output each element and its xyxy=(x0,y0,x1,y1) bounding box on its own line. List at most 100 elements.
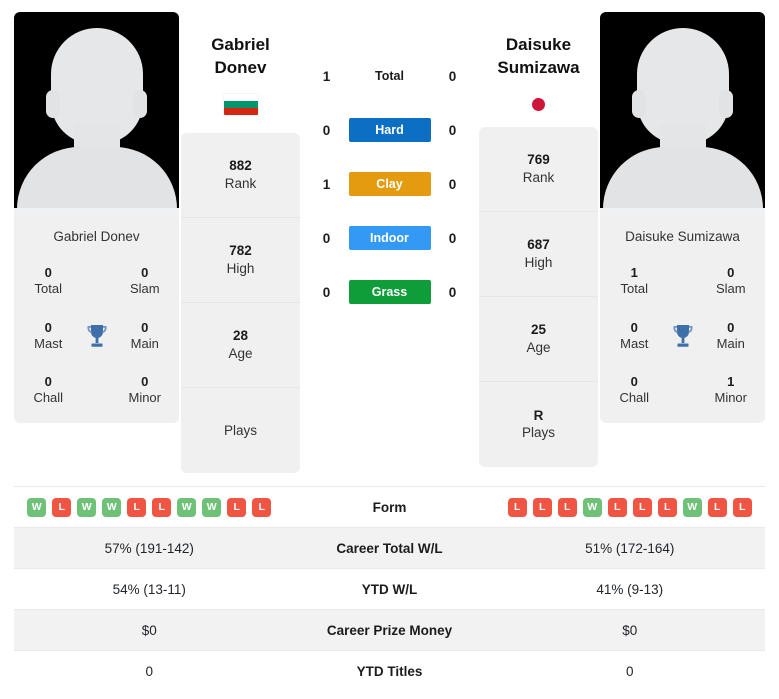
h2h-badge-hard[interactable]: Hard xyxy=(348,118,431,142)
right-player-name: Daisuke Sumizawa xyxy=(497,34,579,80)
title-chall: 0 Chall xyxy=(20,374,77,407)
title-value: 0 xyxy=(727,265,735,281)
left-value: 54% (13-11) xyxy=(112,581,186,597)
title-value: 0 xyxy=(44,374,52,390)
right-form-badges: LLLWLLLWLL xyxy=(501,497,760,517)
form-badge-loss: L xyxy=(632,497,652,517)
h2h-badge-grass[interactable]: Grass xyxy=(348,280,431,304)
japan-flag-icon xyxy=(521,93,556,115)
right-player-firstname: Daisuke xyxy=(505,35,572,54)
title-label: Minor xyxy=(714,390,747,406)
left-player-firstname: Gabriel xyxy=(211,35,270,54)
right-form-cell: LLLWLLLWLL xyxy=(495,497,766,517)
form-badge-win: W xyxy=(27,497,47,517)
h2h-row-total: 1 Total 0 xyxy=(310,64,470,88)
left-player-titles-card: Gabriel Donev 0 Total 0 Slam 0 Mast 0 Ma… xyxy=(14,215,179,423)
rank-label: High xyxy=(226,260,255,276)
table-row-ytd-titles: 0 YTD Titles 0 xyxy=(14,650,765,691)
right-titles-grid: 1 Total 0 Slam 0 Mast 0 Main 0 Chall 1 M… xyxy=(606,265,759,407)
stat-label: YTD W/L xyxy=(361,581,418,597)
title-label: Slam xyxy=(129,281,160,297)
h2h-right-score: 0 xyxy=(448,176,457,192)
rank-value: 782 xyxy=(229,243,252,259)
left-value: $0 xyxy=(141,622,157,638)
form-badge-win: W xyxy=(202,497,222,517)
title-total: 0 Total xyxy=(20,265,77,298)
h2h-right-score: 0 xyxy=(448,230,457,246)
form-badge-loss: L xyxy=(52,497,72,517)
person-silhouette-icon xyxy=(14,12,179,215)
title-label: Total xyxy=(34,281,62,297)
title-minor: 0 Minor xyxy=(117,374,174,407)
h2h-left-score: 0 xyxy=(322,122,331,138)
title-value: 0 xyxy=(141,374,149,390)
rank-row-high: 687 High xyxy=(479,212,598,297)
form-badge-win: W xyxy=(77,497,97,517)
title-value: 0 xyxy=(44,319,52,335)
right-player-titles-card: Daisuke Sumizawa 1 Total 0 Slam 0 Mast 0… xyxy=(600,215,765,423)
rank-label: Rank xyxy=(224,175,257,191)
right-value: 41% (9-13) xyxy=(596,581,664,597)
left-player-card-name: Gabriel Donev xyxy=(53,229,140,244)
left-value: 57% (191-142) xyxy=(104,540,194,556)
form-badge-loss: L xyxy=(557,497,577,517)
stat-label: YTD Titles xyxy=(356,663,423,679)
title-label: Chall xyxy=(33,390,64,406)
right-player-column: Daisuke Sumizawa 1 Total 0 Slam 0 Mast 0… xyxy=(600,12,765,423)
title-value: 1 xyxy=(630,265,638,281)
h2h-badge-clay[interactable]: Clay xyxy=(348,172,431,196)
rank-row-plays: Plays xyxy=(181,388,300,473)
trophy-icon xyxy=(663,323,703,349)
title-label: Main xyxy=(716,335,745,351)
title-total: 1 Total xyxy=(606,265,663,298)
rank-value: 28 xyxy=(232,328,249,344)
form-badge-loss: L xyxy=(227,497,247,517)
title-slam: 0 Slam xyxy=(703,265,760,298)
table-row-career-prize-money: $0 Career Prize Money $0 xyxy=(14,609,765,650)
rank-label: Age xyxy=(228,345,253,361)
rank-value: 25 xyxy=(530,322,547,338)
h2h-badge-indoor[interactable]: Indoor xyxy=(348,226,431,250)
rank-value: R xyxy=(533,407,544,423)
left-form-badges: WLWWLLWWLL xyxy=(20,497,279,517)
rank-row-high: 782 High xyxy=(181,218,300,303)
form-badge-win: W xyxy=(682,497,702,517)
left-player-rank-card: 882 Rank 782 High 28 Age Plays xyxy=(181,132,300,473)
right-value: $0 xyxy=(622,622,638,638)
title-label: Total xyxy=(620,281,648,297)
rank-value: 769 xyxy=(527,152,550,168)
h2h-row-clay: 1 Clay 0 xyxy=(310,172,470,196)
right-player-info-column: Daisuke Sumizawa 769 Rank 687 High 25 Ag… xyxy=(477,12,600,467)
left-player-avatar xyxy=(14,12,179,215)
title-value: 0 xyxy=(630,319,638,335)
form-badge-win: W xyxy=(102,497,122,517)
title-label: Mast xyxy=(34,335,63,351)
rank-row-age: 28 Age xyxy=(181,303,300,388)
h2h-row-grass: 0 Grass 0 xyxy=(310,280,470,304)
stat-label: Career Total W/L xyxy=(336,540,443,556)
h2h-left-score: 1 xyxy=(322,68,331,84)
h2h-right-score: 0 xyxy=(448,68,457,84)
title-main: 0 Main xyxy=(117,320,174,353)
person-silhouette-icon xyxy=(600,12,765,215)
left-value: 0 xyxy=(145,663,153,679)
form-badge-win: W xyxy=(582,497,602,517)
bulgaria-flag-icon xyxy=(223,93,258,115)
form-badge-loss: L xyxy=(507,497,527,517)
left-player-info-column: Gabriel Donev 882 Rank 782 High 28 Age P… xyxy=(179,12,302,473)
title-value: 1 xyxy=(727,374,735,390)
rank-label: Plays xyxy=(223,422,257,438)
title-value: 0 xyxy=(630,374,638,390)
rank-row-rank: 769 Rank xyxy=(479,127,598,212)
table-row-form: WLWWLLWWLL Form LLLWLLLWLL xyxy=(14,486,765,527)
h2h-label-total: Total xyxy=(375,69,404,83)
title-slam: 0 Slam xyxy=(117,265,174,298)
right-player-card-name: Daisuke Sumizawa xyxy=(625,229,740,244)
left-player-column: Gabriel Donev 0 Total 0 Slam 0 Mast 0 Ma… xyxy=(14,12,179,423)
stats-comparison-table: WLWWLLWWLL Form LLLWLLLWLL 57% (191-142)… xyxy=(14,486,765,691)
rank-row-age: 25 Age xyxy=(479,297,598,382)
h2h-row-indoor: 0 Indoor 0 xyxy=(310,226,470,250)
form-badge-loss: L xyxy=(607,497,627,517)
form-badge-loss: L xyxy=(532,497,552,517)
rank-label: Rank xyxy=(522,169,555,185)
